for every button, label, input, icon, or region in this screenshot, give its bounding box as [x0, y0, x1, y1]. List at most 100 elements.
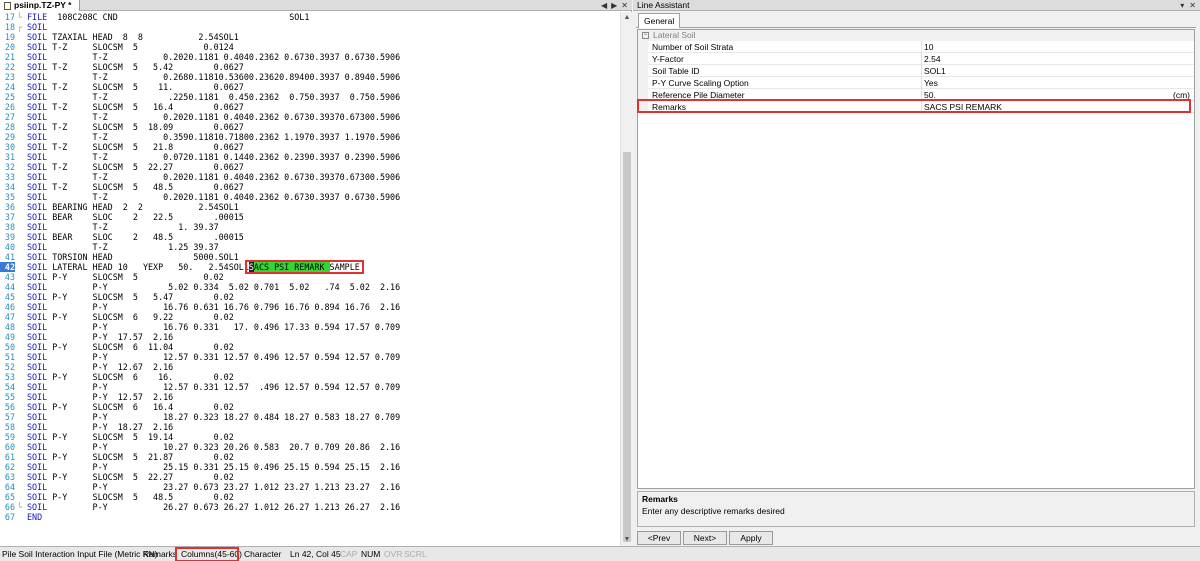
record-keyword: SOIL — [27, 472, 48, 482]
code-line[interactable]: 29 SOIL T-Z 0.3590.11810.71800.2362 1.197… — [0, 132, 620, 142]
code-line[interactable]: 30 SOIL T-Z SLOCSM 5 21.8 0.0627 — [0, 142, 620, 152]
property-value[interactable]: 10 — [924, 41, 1164, 53]
fold-marker-icon[interactable]: └ — [17, 12, 23, 22]
collapse-icon[interactable]: − — [642, 32, 649, 40]
property-row[interactable]: Y-Factor 2.54 — [638, 53, 1194, 65]
tab-bar-controls: ◀ ▶ ✕ — [601, 0, 628, 11]
property-value[interactable]: 2.54 — [924, 53, 1164, 65]
property-value[interactable]: 50. — [924, 89, 1164, 101]
code-editor[interactable]: 17 └ FILE 108C208C CND SOL1 18 ┌ SOIL 19 SOIL T… — [0, 12, 620, 546]
code-line[interactable]: 63 SOIL P-Y SLOCSM 5 22.27 0.02 — [0, 472, 620, 482]
code-line[interactable]: 23 SOIL T-Z 0.2680.11810.53600.23620.8940… — [0, 72, 620, 82]
code-line[interactable]: 41 SOIL TORSION HEAD 5000.SOL1 — [0, 252, 620, 262]
code-line[interactable]: 54 SOIL P-Y 12.57 0.331 12.57 .496 12.57 … — [0, 382, 620, 392]
vertical-scrollbar[interactable]: ▲ ▼ — [620, 12, 632, 546]
line-number: 35 — [4, 192, 15, 202]
scrollbar-thumb[interactable] — [623, 152, 631, 542]
code-line[interactable]: 35 SOIL T-Z 0.2020.1181 0.4040.2362 0.673… — [0, 192, 620, 202]
prev-button[interactable]: <Prev — [637, 531, 681, 545]
code-line[interactable]: 39 SOIL BEAR SLOC 2 48.5 .00015 — [0, 232, 620, 242]
record-fields: T-Z SLOCSM 5 18.09 0.0627 — [47, 122, 244, 132]
status-data-type: Character — [244, 549, 282, 559]
scroll-left-icon[interactable]: ◀ — [601, 0, 607, 11]
record-keyword: SOIL — [27, 162, 48, 172]
code-line[interactable]: 26 SOIL T-Z SLOCSM 5 16.4 0.0627 — [0, 102, 620, 112]
code-line[interactable]: 17 └ FILE 108C208C CND SOL1 — [0, 12, 620, 22]
code-line[interactable]: 31 SOIL T-Z 0.0720.1181 0.1440.2362 0.239… — [0, 152, 620, 162]
code-line[interactable]: 64 SOIL P-Y 23.27 0.673 23.27 1.012 23.27… — [0, 482, 620, 492]
code-line[interactable]: 53 SOIL P-Y SLOCSM 6 16. 0.02 — [0, 372, 620, 382]
code-line[interactable]: 22 SOIL T-Z SLOCSM 5 5.42 0.0627 — [0, 62, 620, 72]
code-line[interactable]: 51 SOIL P-Y 12.57 0.331 12.57 0.496 12.57… — [0, 352, 620, 362]
code-line[interactable]: 28 SOIL T-Z SLOCSM 5 18.09 0.0627 — [0, 122, 620, 132]
code-line[interactable]: 49 SOIL P-Y 17.57 2.16 — [0, 332, 620, 342]
code-line[interactable]: 37 SOIL BEAR SLOC 2 22.5 .00015 — [0, 212, 620, 222]
code-line[interactable]: 46 SOIL P-Y 16.76 0.631 16.76 0.796 16.76… — [0, 302, 620, 312]
line-number: 25 — [4, 92, 15, 102]
property-row[interactable]: Number of Soil Strata 10 — [638, 41, 1194, 53]
code-line[interactable]: 32 SOIL T-Z SLOCSM 5 22.27 0.0627 — [0, 162, 620, 172]
property-value[interactable]: SOL1 — [924, 65, 1164, 77]
close-icon[interactable]: ✕ — [621, 0, 628, 11]
code-line[interactable]: 40 SOIL T-Z 1.25 39.37 — [0, 242, 620, 252]
fold-marker-icon[interactable]: ┌ — [17, 22, 23, 32]
code-text: SOIL T-Z SLOCSM 5 48.5 0.0627 — [27, 182, 244, 192]
fold-marker-icon[interactable]: └ — [17, 502, 23, 512]
next-button[interactable]: Next> — [683, 531, 727, 545]
code-line[interactable]: 60 SOIL P-Y 10.27 0.323 20.26 0.583 20.7 … — [0, 442, 620, 452]
code-text: SOIL BEAR SLOC 2 22.5 .00015 — [27, 212, 244, 222]
code-line[interactable]: 21 SOIL T-Z 0.2020.1181 0.4040.2362 0.673… — [0, 52, 620, 62]
record-keyword: SOIL — [27, 412, 48, 422]
code-line[interactable]: 59 SOIL P-Y SLOCSM 5 19.14 0.02 — [0, 432, 620, 442]
code-line[interactable]: 56 SOIL P-Y SLOCSM 6 16.4 0.02 — [0, 402, 620, 412]
property-value[interactable]: SACS PSI REMARK — [924, 101, 1164, 113]
code-line[interactable]: 34 SOIL T-Z SLOCSM 5 48.5 0.0627 — [0, 182, 620, 192]
code-line[interactable]: 19 SOIL TZAXIAL HEAD 8 8 2.54SOL1 — [0, 32, 620, 42]
apply-button[interactable]: Apply — [729, 531, 773, 545]
code-line[interactable]: 44 SOIL P-Y 5.02 0.334 5.02 0.701 5.02 .7… — [0, 282, 620, 292]
code-line[interactable]: 67 END — [0, 512, 620, 522]
code-line[interactable]: 50 SOIL P-Y SLOCSM 6 11.04 0.02 — [0, 342, 620, 352]
code-text: SOIL T-Z SLOCSM 5 18.09 0.0627 — [27, 122, 244, 132]
property-value[interactable]: Yes — [924, 77, 1164, 89]
code-line[interactable]: 27 SOIL T-Z 0.2020.1181 0.4040.2362 0.673… — [0, 112, 620, 122]
code-text: SOIL P-Y 12.57 0.331 12.57 .496 12.57 0.… — [27, 382, 400, 392]
code-line[interactable]: 38 SOIL T-Z 1. 39.37 — [0, 222, 620, 232]
code-line[interactable]: 45 SOIL P-Y SLOCSM 5 5.47 0.02 — [0, 292, 620, 302]
document-tab[interactable]: psiinp.TZ-PY * — [0, 0, 81, 11]
line-number: 59 — [4, 432, 15, 442]
code-line[interactable]: 43 SOIL P-Y SLOCSM 5 0.02 — [0, 272, 620, 282]
code-line[interactable]: 48 SOIL P-Y 16.76 0.331 17. 0.496 17.33 0… — [0, 322, 620, 332]
code-line[interactable]: 47 SOIL P-Y SLOCSM 6 9.22 0.02 — [0, 312, 620, 322]
code-line[interactable]: 65 SOIL P-Y SLOCSM 5 48.5 0.02 — [0, 492, 620, 502]
tab-general[interactable]: General — [638, 13, 681, 28]
code-line[interactable]: 58 SOIL P-Y 18.27 2.16 — [0, 422, 620, 432]
property-row[interactable]: Soil Table ID SOL1 — [638, 65, 1194, 77]
record-fields: BEARING HEAD 2 2 2.54SOL1 — [47, 202, 239, 212]
code-text: SOIL P-Y 12.57 0.331 12.57 0.496 12.57 0… — [27, 352, 400, 362]
code-line[interactable]: 36 SOIL BEARING HEAD 2 2 2.54SOL1 — [0, 202, 620, 212]
panel-close-icon[interactable]: ✕ — [1189, 0, 1196, 11]
code-line[interactable]: 25 SOIL T-Z .2250.1181 0.450.2362 0.750.3… — [0, 92, 620, 102]
code-line[interactable]: 20 SOIL T-Z SLOCSM 5 0.0124 — [0, 42, 620, 52]
code-line[interactable]: 66 └ SOIL P-Y 26.27 0.673 26.27 1.012 26.2… — [0, 502, 620, 512]
code-line[interactable]: 55 SOIL P-Y 12.57 2.16 — [0, 392, 620, 402]
scroll-down-icon[interactable]: ▼ — [621, 534, 633, 546]
code-line[interactable]: 18 ┌ SOIL — [0, 22, 620, 32]
property-category[interactable]: − Lateral Soil — [638, 30, 1194, 41]
panel-menu-icon[interactable]: ▾ — [1180, 0, 1184, 11]
code-line[interactable]: 24 SOIL T-Z SLOCSM 5 11. 0.0627 — [0, 82, 620, 92]
property-row[interactable]: P-Y Curve Scaling Option Yes — [638, 77, 1194, 89]
property-row[interactable]: Remarks SACS PSI REMARK — [638, 101, 1194, 113]
code-line[interactable]: 57 SOIL P-Y 18.27 0.323 18.27 0.484 18.27… — [0, 412, 620, 422]
code-line[interactable]: 61 SOIL P-Y SLOCSM 5 21.87 0.02 — [0, 452, 620, 462]
code-text: SOIL P-Y SLOCSM 6 9.22 0.02 — [27, 312, 234, 322]
code-line[interactable]: 42 SOIL LATERAL HEAD 10 YEXP 50. 2.54SOL1… — [0, 262, 620, 272]
code-line[interactable]: 33 SOIL T-Z 0.2020.1181 0.4040.2362 0.673… — [0, 172, 620, 182]
scroll-right-icon[interactable]: ▶ — [611, 0, 617, 11]
property-row[interactable]: Reference Pile Diameter 50. (cm) — [638, 89, 1194, 101]
code-line[interactable]: 52 SOIL P-Y 12.67 2.16 — [0, 362, 620, 372]
code-line[interactable]: 62 SOIL P-Y 25.15 0.331 25.15 0.496 25.15… — [0, 462, 620, 472]
scroll-up-icon[interactable]: ▲ — [621, 12, 633, 24]
line-number: 43 — [4, 272, 15, 282]
